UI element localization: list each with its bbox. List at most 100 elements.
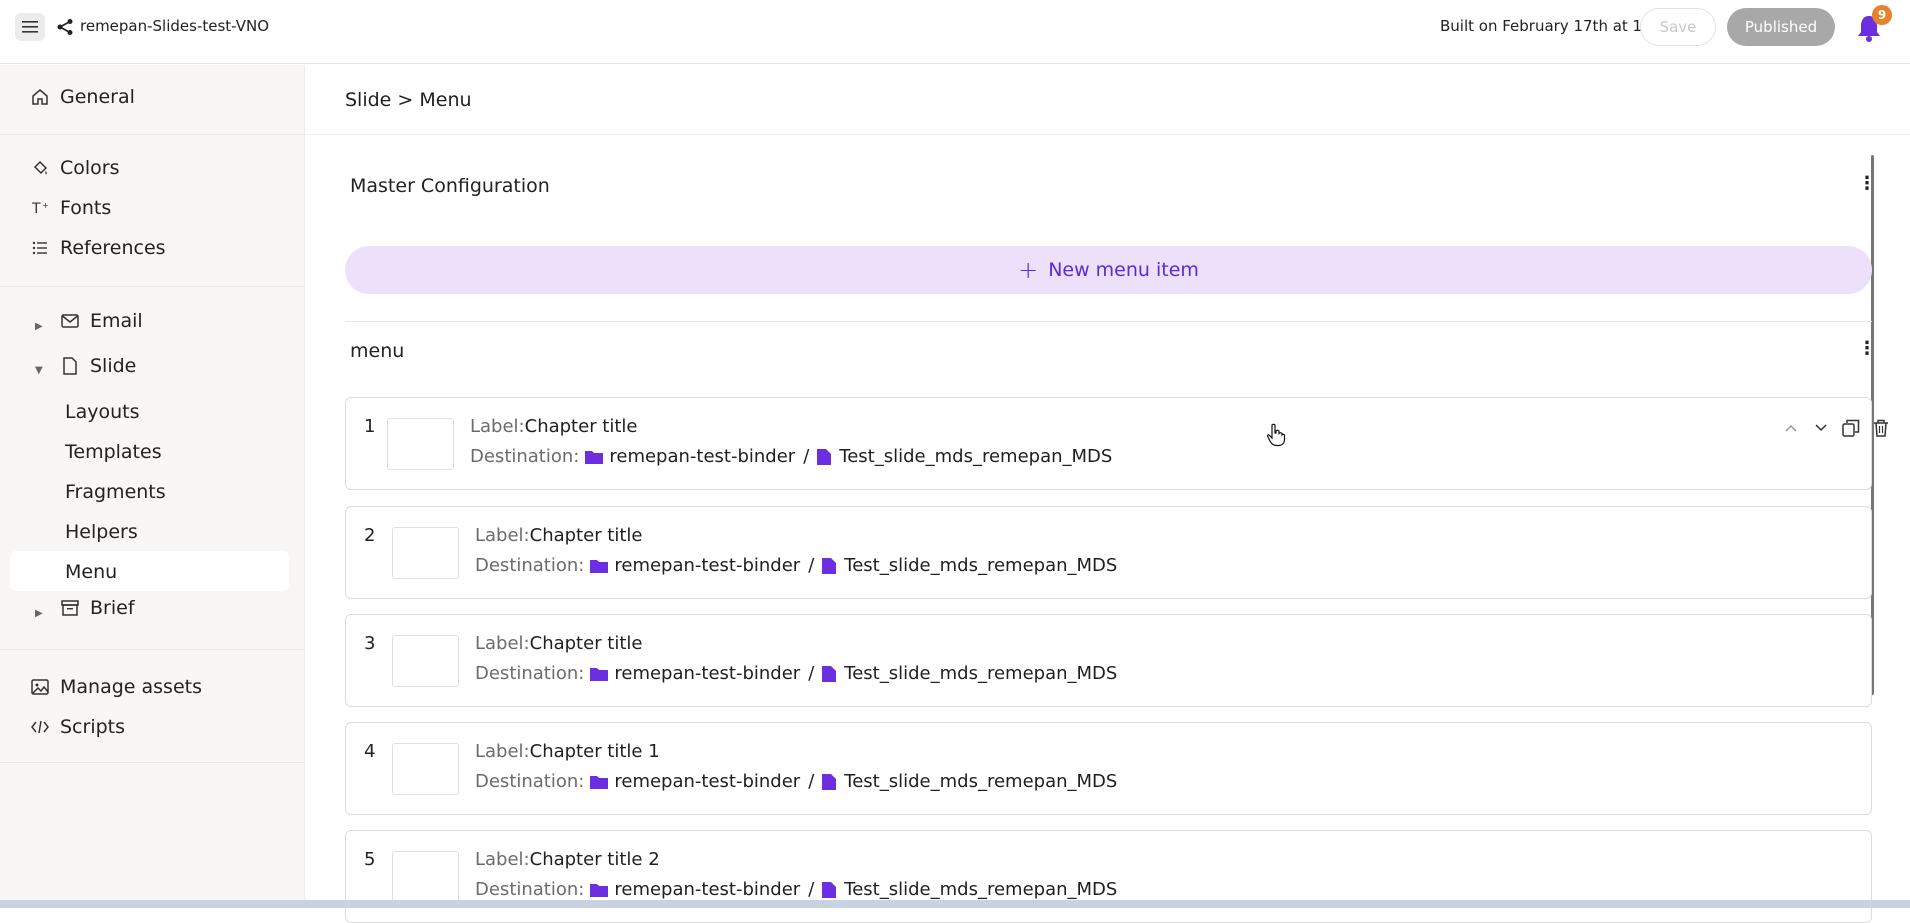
caret-right-icon[interactable]: ▶ xyxy=(35,608,43,619)
destination-file[interactable]: Test_slide_mds_remepan_MDS xyxy=(844,879,1117,900)
destination-folder[interactable]: remepan-test-binder xyxy=(614,555,800,576)
folder-icon xyxy=(585,450,604,464)
sidebar-item-label: Brief xyxy=(90,597,135,619)
folder-icon xyxy=(590,883,609,897)
label-value: Chapter title xyxy=(529,525,643,546)
sidebar-item-label: Scripts xyxy=(60,716,126,738)
item-destination: Destination: remepan-test-binder / Test_… xyxy=(475,879,1117,900)
folder-icon xyxy=(590,775,609,789)
destination-prefix: Destination: xyxy=(475,663,585,684)
sidebar-item-helpers[interactable]: Helpers xyxy=(65,521,138,543)
label-prefix: Label: xyxy=(475,849,530,870)
top-bar: remepan-Slides-test-VNO Built on Februar… xyxy=(0,0,1910,64)
new-menu-item-button[interactable]: + New menu item xyxy=(345,246,1872,294)
sidebar-item-label: Colors xyxy=(60,157,120,179)
save-button[interactable]: Save xyxy=(1640,8,1716,46)
item-destination: Destination: remepan-test-binder / Test_… xyxy=(470,446,1112,467)
sidebar-item-scripts[interactable]: Scripts xyxy=(30,716,125,738)
caret-right-icon[interactable]: ▶ xyxy=(35,321,43,332)
file-icon xyxy=(817,448,832,465)
chevron-up-icon[interactable] xyxy=(1781,418,1801,438)
published-button[interactable]: Published xyxy=(1727,8,1835,46)
file-icon xyxy=(822,557,837,574)
sidebar-item-templates[interactable]: Templates xyxy=(65,441,162,463)
sidebar-item-manage-assets[interactable]: Manage assets xyxy=(30,676,202,698)
sidebar-item-email[interactable]: Email xyxy=(60,310,143,332)
sidebar-item-general[interactable]: General xyxy=(30,86,135,108)
sidebar-item-menu[interactable]: Menu xyxy=(65,561,117,583)
folder-icon xyxy=(590,667,609,681)
item-label: Label:Chapter title xyxy=(475,633,643,654)
menu-item-card[interactable]: 5 Label:Chapter title 2 Destination: rem… xyxy=(345,830,1872,923)
destination-folder[interactable]: remepan-test-binder xyxy=(609,446,795,467)
chevron-down-icon[interactable] xyxy=(1811,418,1831,438)
divider xyxy=(306,134,1910,135)
item-destination: Destination: remepan-test-binder / Test_… xyxy=(475,663,1117,684)
breadcrumb: Slide > Menu xyxy=(345,89,472,111)
home-icon xyxy=(30,87,50,107)
file-icon xyxy=(822,881,837,898)
caret-down-icon[interactable]: ▼ xyxy=(35,365,43,376)
sidebar-item-fonts[interactable]: T + Fonts xyxy=(30,197,111,219)
text-icon: T + xyxy=(30,198,50,218)
file-icon xyxy=(60,356,80,376)
notification-badge: 9 xyxy=(1872,5,1892,25)
app-title: remepan-Slides-test-VNO xyxy=(80,17,270,35)
paint-bucket-icon xyxy=(30,158,50,178)
sidebar-item-layouts[interactable]: Layouts xyxy=(65,401,140,423)
sidebar-item-references[interactable]: References xyxy=(30,237,166,259)
sidebar-item-colors[interactable]: Colors xyxy=(30,157,120,179)
new-menu-item-label: New menu item xyxy=(1048,259,1199,281)
plus-icon: + xyxy=(1018,256,1039,284)
menu-toggle-button[interactable] xyxy=(15,13,45,41)
sidebar-item-fragments[interactable]: Fragments xyxy=(65,481,166,503)
item-destination: Destination: remepan-test-binder / Test_… xyxy=(475,555,1117,576)
menu-item-card[interactable]: 3 Label:Chapter title Destination: remep… xyxy=(345,614,1872,707)
divider xyxy=(345,321,1872,322)
menu-item-card[interactable]: 1 Label:Chapter title Destination: remep… xyxy=(345,397,1888,490)
item-number: 2 xyxy=(364,525,376,546)
more-options-icon[interactable]: ⋮ xyxy=(1858,173,1876,194)
item-thumbnail xyxy=(387,418,454,470)
share-icon[interactable] xyxy=(56,18,74,36)
path-separator: / xyxy=(803,446,810,467)
sidebar-item-label: Email xyxy=(90,310,143,332)
hand-cursor-icon xyxy=(1266,423,1286,447)
path-separator: / xyxy=(808,555,815,576)
menu-section-title: menu xyxy=(350,340,405,362)
divider xyxy=(0,134,305,135)
sidebar-item-label: General xyxy=(60,86,135,108)
label-value: Chapter title xyxy=(529,633,643,654)
duplicate-icon[interactable] xyxy=(1841,418,1861,438)
path-separator: / xyxy=(808,663,815,684)
menu-item-card[interactable]: 4 Label:Chapter title 1 Destination: rem… xyxy=(345,722,1872,815)
mail-icon xyxy=(60,311,80,331)
label-prefix: Label: xyxy=(470,416,525,437)
sidebar-item-brief[interactable]: Brief xyxy=(60,597,135,619)
destination-file[interactable]: Test_slide_mds_remepan_MDS xyxy=(844,771,1117,792)
trash-icon[interactable] xyxy=(1871,418,1891,438)
destination-prefix: Destination: xyxy=(470,446,580,467)
destination-file[interactable]: Test_slide_mds_remepan_MDS xyxy=(839,446,1112,467)
menu-item-card[interactable]: 2 Label:Chapter title Destination: remep… xyxy=(345,506,1872,599)
destination-folder[interactable]: remepan-test-binder xyxy=(614,879,800,900)
destination-prefix: Destination: xyxy=(475,771,585,792)
item-label: Label:Chapter title xyxy=(475,525,643,546)
active-item-highlight xyxy=(10,551,289,591)
more-options-icon[interactable]: ⋮ xyxy=(1858,338,1876,359)
item-number: 4 xyxy=(364,741,376,762)
destination-file[interactable]: Test_slide_mds_remepan_MDS xyxy=(844,555,1117,576)
sidebar-item-slide[interactable]: Slide xyxy=(60,355,136,377)
label-value: Chapter title 1 xyxy=(529,741,660,762)
item-thumbnail xyxy=(392,635,459,687)
code-icon xyxy=(30,717,50,737)
card-actions xyxy=(1781,418,1891,438)
item-number: 1 xyxy=(364,416,376,437)
master-configuration-title: Master Configuration xyxy=(350,175,550,197)
destination-file[interactable]: Test_slide_mds_remepan_MDS xyxy=(844,663,1117,684)
bottom-edge-bar xyxy=(0,900,1910,908)
destination-folder[interactable]: remepan-test-binder xyxy=(614,771,800,792)
sidebar: General Colors T + Fonts References ▶ Ema… xyxy=(0,65,305,900)
destination-folder[interactable]: remepan-test-binder xyxy=(614,663,800,684)
file-icon xyxy=(822,665,837,682)
